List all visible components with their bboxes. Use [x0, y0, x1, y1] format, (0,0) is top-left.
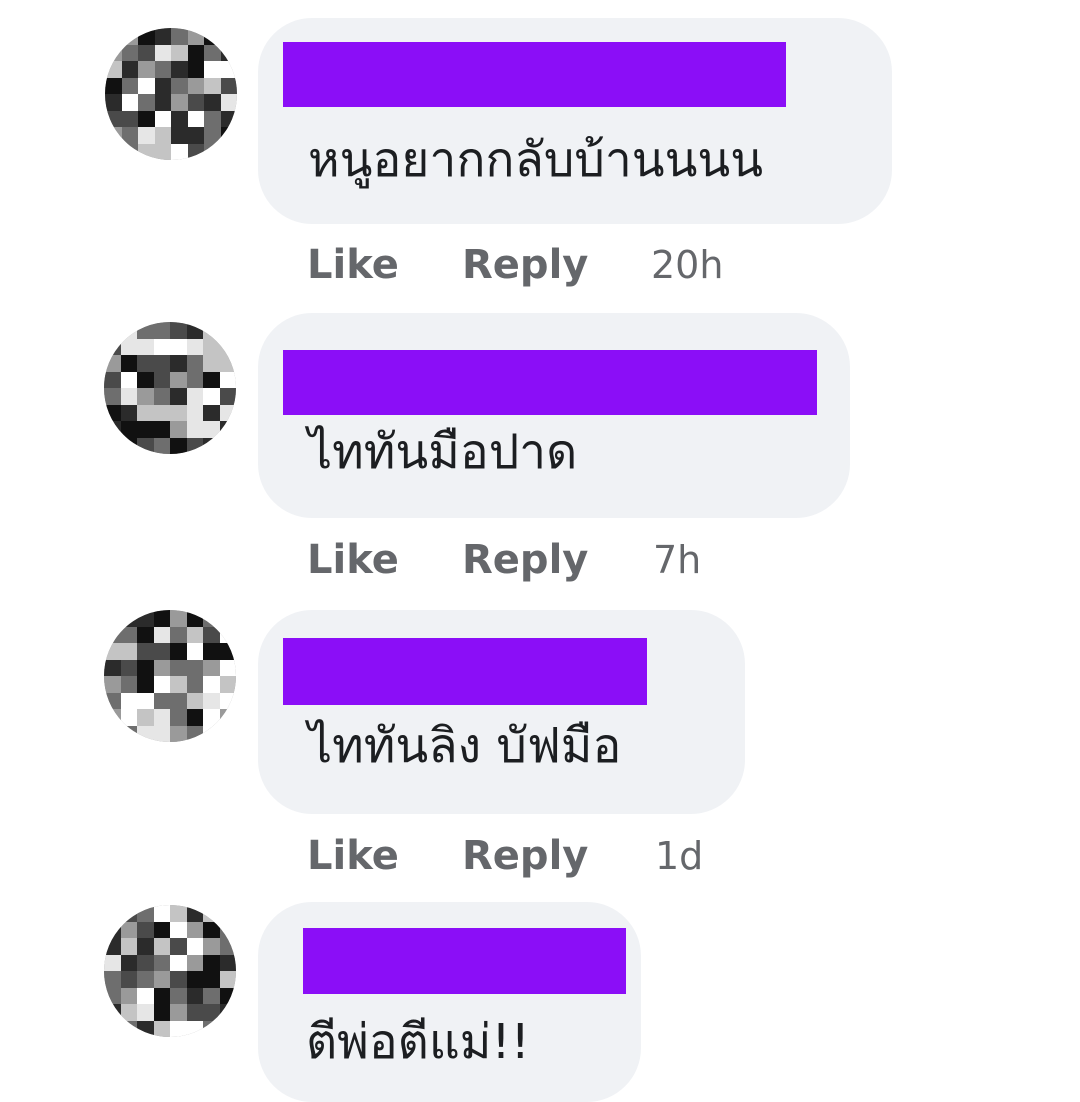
comment-text: ไททันมือปาด — [308, 424, 578, 480]
comment-text: ตีพ่อตีแม่!! — [306, 1014, 530, 1070]
like-button[interactable]: Like — [307, 540, 399, 580]
comment-bubble: หนูอยากกลับบ้านนนน — [258, 18, 892, 224]
redacted-commenter-name[interactable] — [283, 42, 786, 107]
redacted-commenter-name[interactable] — [283, 638, 647, 705]
pixelated-avatar-image — [105, 28, 237, 160]
redacted-commenter-name[interactable] — [303, 928, 626, 994]
reply-button[interactable]: Reply — [462, 245, 588, 285]
like-button[interactable]: Like — [307, 836, 399, 876]
comment-text: หนูอยากกลับบ้านนนน — [308, 132, 764, 188]
reply-button[interactable]: Reply — [462, 836, 588, 876]
like-button[interactable]: Like — [307, 245, 399, 285]
avatar[interactable] — [104, 610, 236, 742]
avatar[interactable] — [104, 322, 236, 454]
pixelated-avatar-image — [104, 905, 236, 1037]
pixelated-avatar-image — [104, 610, 236, 742]
avatar[interactable] — [104, 905, 236, 1037]
reply-button[interactable]: Reply — [462, 540, 588, 580]
comment-bubble: ไททันลิง บัฟมือ — [258, 610, 745, 814]
pixelated-avatar-image — [104, 322, 236, 454]
comment-bubble: ไททันมือปาด — [258, 313, 850, 518]
comment-timestamp[interactable]: 1d — [655, 837, 703, 875]
comment-timestamp[interactable]: 7h — [653, 541, 701, 579]
comment-bubble: ตีพ่อตีแม่!! — [258, 902, 641, 1102]
redacted-commenter-name[interactable] — [283, 350, 817, 415]
comment-text: ไททันลิง บัฟมือ — [308, 718, 622, 774]
comment-timestamp[interactable]: 20h — [651, 246, 723, 284]
avatar[interactable] — [105, 28, 237, 160]
